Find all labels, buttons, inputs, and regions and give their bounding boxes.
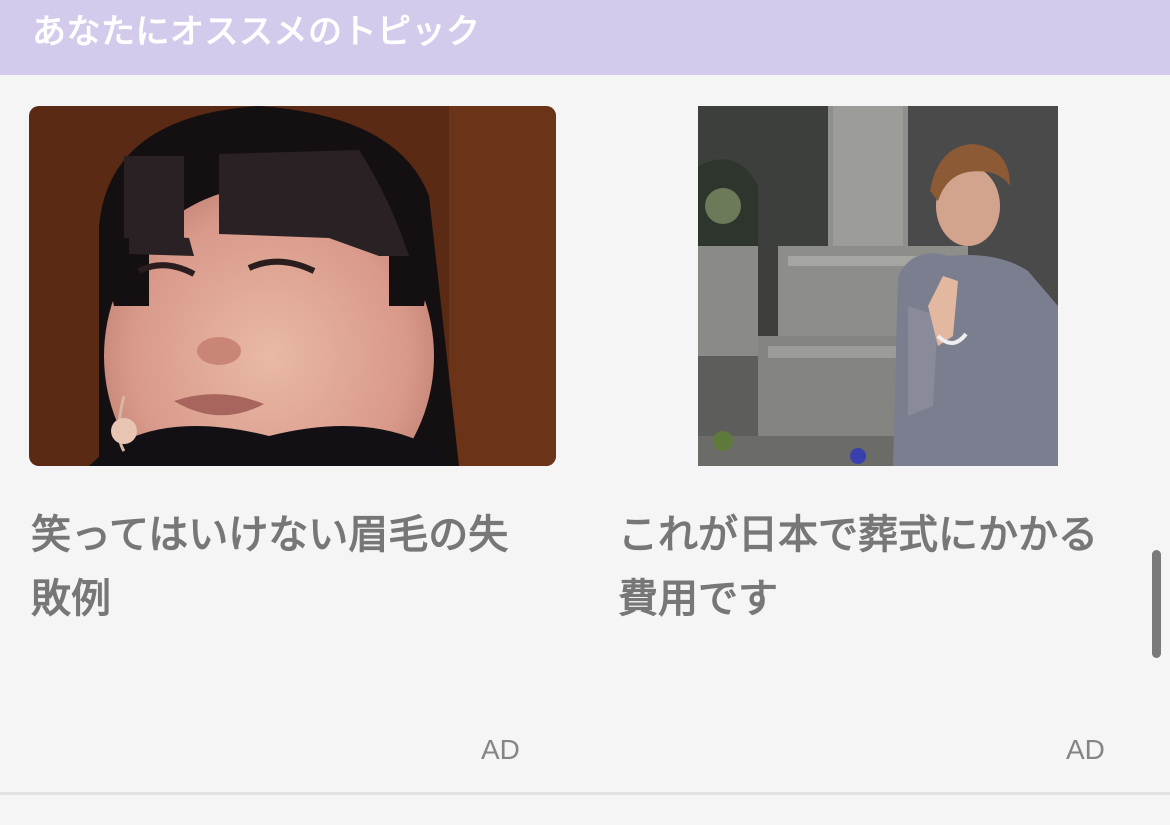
eyebrow-photo <box>29 106 556 466</box>
ad-card-title[interactable]: 笑ってはいけない眉毛の失敗例 <box>31 503 531 631</box>
funeral-photo <box>698 106 1058 466</box>
ad-thumbnail-image[interactable] <box>29 106 556 466</box>
section-title: あなたにオススメのトピック <box>32 12 481 52</box>
ad-card[interactable]: これが日本で葬式にかかる費用です AD <box>585 75 1170 793</box>
recommended-topics-section: あなたにオススメのトピック 笑ってはいけない眉毛の失敗例 AD これが日本で葬式… <box>0 0 1170 825</box>
section-divider <box>0 792 1170 795</box>
ad-thumbnail-image[interactable] <box>698 106 1058 466</box>
ad-label: AD <box>481 734 520 765</box>
ad-label: AD <box>1066 734 1105 765</box>
section-header: あなたにオススメのトピック <box>0 0 1170 75</box>
ad-card-title[interactable]: これが日本で葬式にかかる費用です <box>618 503 1118 631</box>
ad-card[interactable]: 笑ってはいけない眉毛の失敗例 AD <box>0 75 585 793</box>
vertical-scrollbar[interactable] <box>1152 550 1161 658</box>
